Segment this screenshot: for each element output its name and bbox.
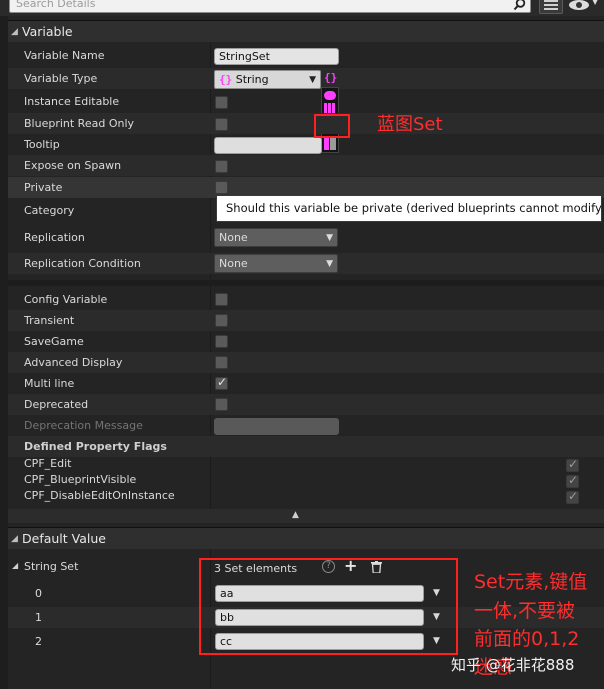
property-label: Replication Condition <box>24 257 141 270</box>
property-row-config-variable: Config Variable <box>8 289 604 310</box>
property-label: Deprecation Message <box>24 419 143 432</box>
property-label: Config Variable <box>24 293 108 306</box>
collapse-arrow-icon: ◢ <box>11 27 18 37</box>
eye-visibility-button[interactable]: ▼ <box>566 0 602 14</box>
property-row-defined-flags: Defined Property Flags <box>8 436 604 457</box>
annotation-set-note-line-1: Set元素,键值 <box>474 571 588 593</box>
instance-editable-checkbox[interactable] <box>215 96 228 109</box>
search-input[interactable]: Search Details <box>9 0 531 13</box>
property-label: CPF_DisableEditOnInstance <box>24 489 175 502</box>
property-row-instance-editable: Instance Editable <box>8 91 604 112</box>
property-row-deprecated: Deprecated <box>8 394 604 415</box>
container-type-icon[interactable]: {} <box>324 71 337 84</box>
private-tooltip-popup: Should this variable be private (derived… <box>216 195 604 222</box>
list-view-icon <box>544 0 558 10</box>
property-label: SaveGame <box>24 335 84 348</box>
property-row-advanced-display: Advanced Display <box>8 352 604 373</box>
property-row-multi-line: Multi line <box>8 373 604 394</box>
transient-checkbox[interactable] <box>215 314 228 327</box>
annotation-box-set-icon <box>314 114 350 138</box>
checkmark-icon: ✓ <box>217 375 228 389</box>
section-title: Variable <box>22 24 73 39</box>
property-label: Deprecated <box>24 398 89 411</box>
variable-type-dropdown[interactable]: {} String ▼ <box>214 70 321 89</box>
property-label: Blueprint Read Only <box>24 117 135 130</box>
property-row-transient: Transient <box>8 310 604 331</box>
property-label: Advanced Display <box>24 356 123 369</box>
property-label: Variable Type <box>24 72 98 85</box>
expand-arrow-icon[interactable]: ◢ <box>12 561 18 570</box>
property-row-cpf-blueprint-visible: CPF_BlueprintVisible <box>8 471 604 487</box>
deprecation-message-input <box>214 418 339 435</box>
replication-value: None <box>219 231 248 244</box>
chevron-down-icon: ▼ <box>309 75 316 85</box>
zhihu-watermark: 知乎 @花非花888 <box>451 656 575 674</box>
property-row-expose-on-spawn: Expose on Spawn <box>8 155 604 176</box>
deprecated-checkbox[interactable] <box>215 398 228 411</box>
private-checkbox[interactable] <box>215 181 228 194</box>
property-row-cpf-disable-edit: CPF_DisableEditOnInstance <box>8 487 604 503</box>
advanced-expander[interactable]: ▲ <box>8 509 604 523</box>
property-label: Replication <box>24 231 85 244</box>
eye-icon <box>569 0 589 10</box>
view-options-button[interactable] <box>539 0 563 14</box>
property-label: Transient <box>24 314 75 327</box>
element-index: 0 <box>35 587 42 600</box>
annotation-blueprint-set: 蓝图Set <box>377 114 443 135</box>
replication-dropdown[interactable]: None ▼ <box>214 228 338 247</box>
property-row-savegame: SaveGame <box>8 331 604 352</box>
chevron-down-icon: ▼ <box>326 259 333 269</box>
section-header-default-value[interactable]: ◢ Default Value <box>8 527 604 549</box>
cpf-disable-edit-checkbox: ✓ <box>566 489 579 504</box>
group-separator <box>8 280 604 286</box>
config-variable-checkbox[interactable] <box>215 293 228 306</box>
annotation-set-note-line-3: 前面的0,1,2 <box>474 628 580 650</box>
property-label: Expose on Spawn <box>24 159 122 172</box>
blueprint-read-only-checkbox[interactable] <box>215 118 228 131</box>
checkmark-icon: ✓ <box>568 473 579 487</box>
left-gutter <box>0 16 8 689</box>
property-label: Tooltip <box>24 138 60 151</box>
top-bar: Search Details ▼ <box>0 0 604 16</box>
replication-condition-dropdown[interactable]: None ▼ <box>214 254 338 273</box>
property-label: Category <box>24 204 75 217</box>
checkmark-icon: ✓ <box>568 489 579 503</box>
search-icon[interactable] <box>513 0 526 11</box>
annotation-box-set-elements <box>199 558 458 655</box>
property-label: Instance Editable <box>24 95 120 108</box>
advanced-display-checkbox[interactable] <box>215 356 228 369</box>
checkmark-icon: ✓ <box>568 457 579 471</box>
variable-name-input[interactable]: StringSet <box>214 48 339 65</box>
expose-on-spawn-checkbox[interactable] <box>215 160 228 173</box>
search-placeholder: Search Details <box>16 0 96 10</box>
chevron-down-icon: ▼ <box>326 233 333 243</box>
variable-type-value: String <box>235 73 269 86</box>
property-label: Variable Name <box>24 49 105 62</box>
property-label: Multi line <box>24 377 75 390</box>
property-row-blueprint-read-only: Blueprint Read Only <box>8 113 604 134</box>
collapse-arrow-icon: ◢ <box>11 534 18 544</box>
property-label: Private <box>24 181 63 194</box>
property-row-cpf-edit: CPF_Edit <box>8 455 604 471</box>
replication-condition-value: None <box>219 257 248 270</box>
property-label: Defined Property Flags <box>24 440 167 453</box>
multi-line-checkbox[interactable]: ✓ <box>215 375 228 390</box>
annotation-set-note-line-2: 一体,不要被 <box>474 600 576 622</box>
chevron-down-icon: ▼ <box>592 0 599 6</box>
chevron-up-icon: ▲ <box>292 510 299 520</box>
set-type-icon: {} <box>219 73 233 86</box>
section-title: Default Value <box>22 531 106 546</box>
element-index: 2 <box>35 635 42 648</box>
property-label: String Set <box>24 560 79 573</box>
section-header-variable[interactable]: ◢ Variable <box>8 20 604 42</box>
element-index: 1 <box>35 611 42 624</box>
tooltip-input[interactable] <box>214 137 322 154</box>
savegame-checkbox[interactable] <box>215 335 228 348</box>
